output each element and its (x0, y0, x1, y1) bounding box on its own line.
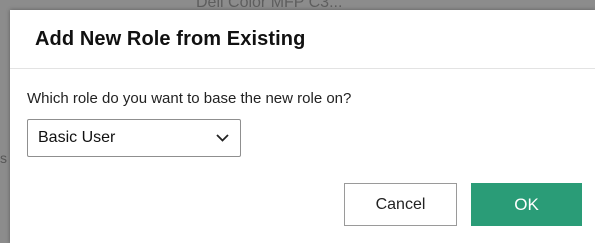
ok-button[interactable]: OK (471, 183, 582, 226)
dialog-title: Add New Role from Existing (35, 27, 306, 50)
dialog-body: Which role do you want to base the new r… (10, 69, 595, 157)
base-role-select[interactable]: Basic User (27, 119, 241, 157)
background-edge-text: s (0, 150, 7, 166)
dialog-footer: Cancel OK (344, 183, 582, 226)
base-role-question: Which role do you want to base the new r… (27, 90, 352, 107)
chevron-down-icon (216, 134, 229, 142)
base-role-select-value: Basic User (38, 129, 116, 146)
dialog-header: Add New Role from Existing (10, 10, 595, 69)
cancel-button[interactable]: Cancel (344, 183, 457, 226)
add-role-dialog: Add New Role from Existing Which role do… (10, 10, 595, 243)
